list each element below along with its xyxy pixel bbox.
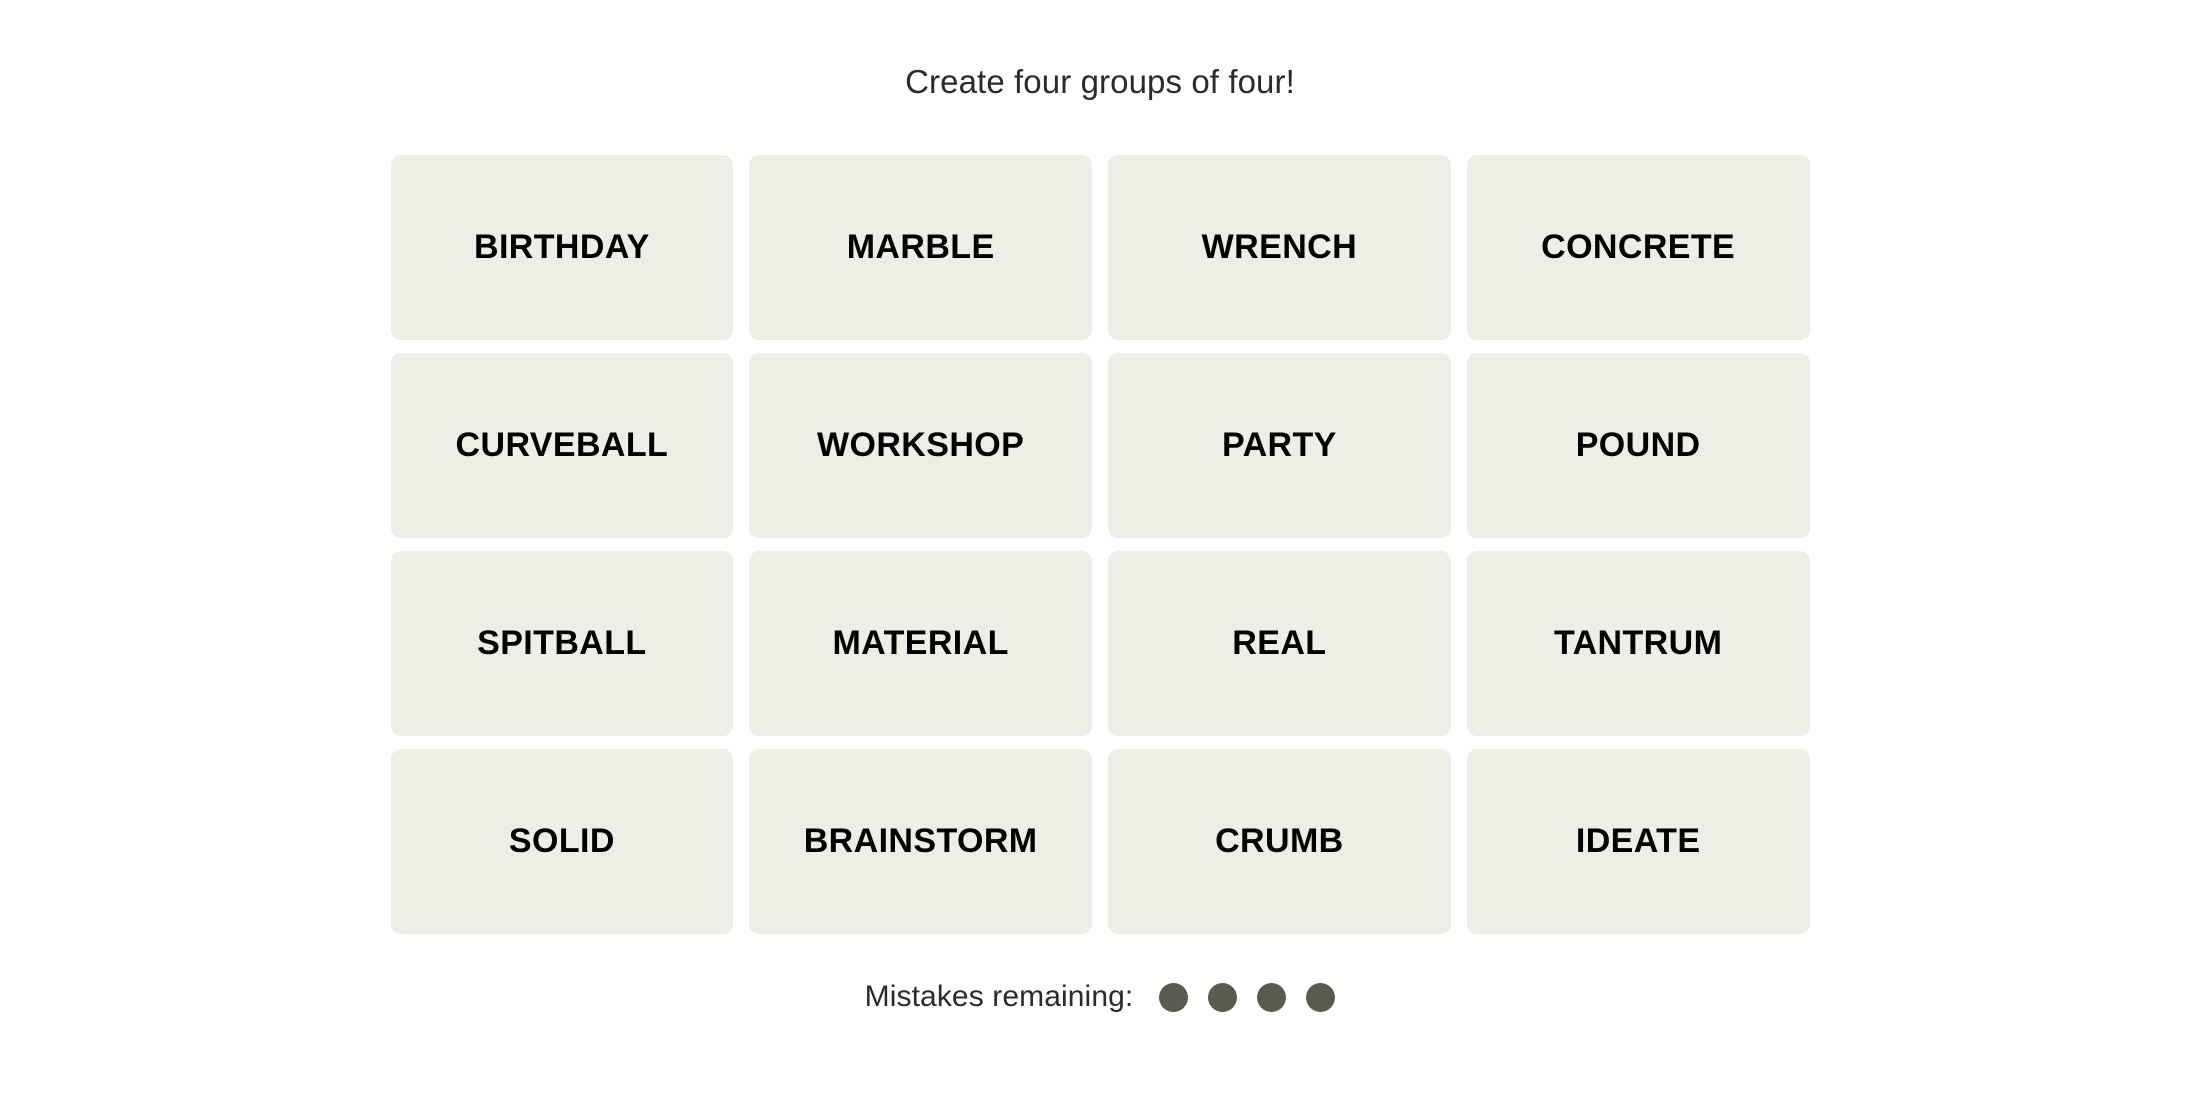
mistakes-remaining-bar: Mistakes remaining:	[865, 978, 1336, 1016]
word-tile[interactable]: CURVEBALL	[390, 353, 734, 538]
word-tile[interactable]: CONCRETE	[1466, 155, 1810, 340]
word-tile-label: BIRTHDAY	[474, 227, 650, 266]
word-tile-label: CRUMB	[1215, 821, 1344, 860]
mistake-dot-icon	[1257, 982, 1287, 1012]
word-tile[interactable]: SPITBALL	[390, 551, 734, 736]
word-tile-label: WORKSHOP	[817, 425, 1025, 464]
connections-game: Create four groups of four! BIRTHDAY MAR…	[0, 0, 2200, 1100]
word-tile[interactable]: BIRTHDAY	[390, 155, 734, 340]
word-tile[interactable]: IDEATE	[1466, 749, 1810, 934]
word-tile[interactable]: POUND	[1466, 353, 1810, 538]
word-tile[interactable]: MATERIAL	[749, 551, 1092, 736]
word-tile[interactable]: BRAINSTORM	[749, 749, 1092, 934]
word-tile-label: SOLID	[508, 821, 615, 860]
word-tile-label: CONCRETE	[1541, 227, 1736, 266]
word-tile-label: BRAINSTORM	[803, 821, 1038, 860]
word-tile[interactable]: MARBLE	[749, 155, 1092, 340]
word-tile[interactable]: PARTY	[1108, 353, 1451, 538]
word-tile-label: WRENCH	[1201, 227, 1358, 266]
word-tile[interactable]: REAL	[1108, 551, 1451, 736]
page-title: Create four groups of four!	[905, 63, 1295, 100]
word-tile[interactable]: TANTRUM	[1466, 551, 1810, 736]
mistake-dot-icon	[1306, 982, 1336, 1012]
word-tile-label: CURVEBALL	[455, 425, 669, 464]
mistakes-remaining-label: Mistakes remaining:	[864, 980, 1134, 1013]
word-tile-label: MATERIAL	[832, 623, 1009, 662]
word-tile-label: TANTRUM	[1553, 623, 1723, 662]
puzzle-grid: BIRTHDAY MARBLE WRENCH CONCRETE CURVEBAL…	[390, 155, 1810, 934]
mistake-dot-icon	[1208, 982, 1238, 1012]
mistake-dot-icon	[1159, 982, 1189, 1012]
word-tile[interactable]: CRUMB	[1108, 749, 1451, 934]
mistake-dots-group	[1159, 982, 1336, 1012]
word-tile-label: REAL	[1232, 623, 1327, 662]
word-tile-label: PARTY	[1222, 425, 1337, 464]
word-tile[interactable]: SOLID	[390, 749, 734, 934]
word-tile[interactable]: WORKSHOP	[749, 353, 1092, 538]
word-tile-label: POUND	[1575, 425, 1701, 464]
word-tile-label: SPITBALL	[477, 623, 647, 662]
word-tile[interactable]: WRENCH	[1108, 155, 1451, 340]
word-tile-label: MARBLE	[846, 227, 995, 266]
word-tile-label: IDEATE	[1575, 821, 1701, 860]
